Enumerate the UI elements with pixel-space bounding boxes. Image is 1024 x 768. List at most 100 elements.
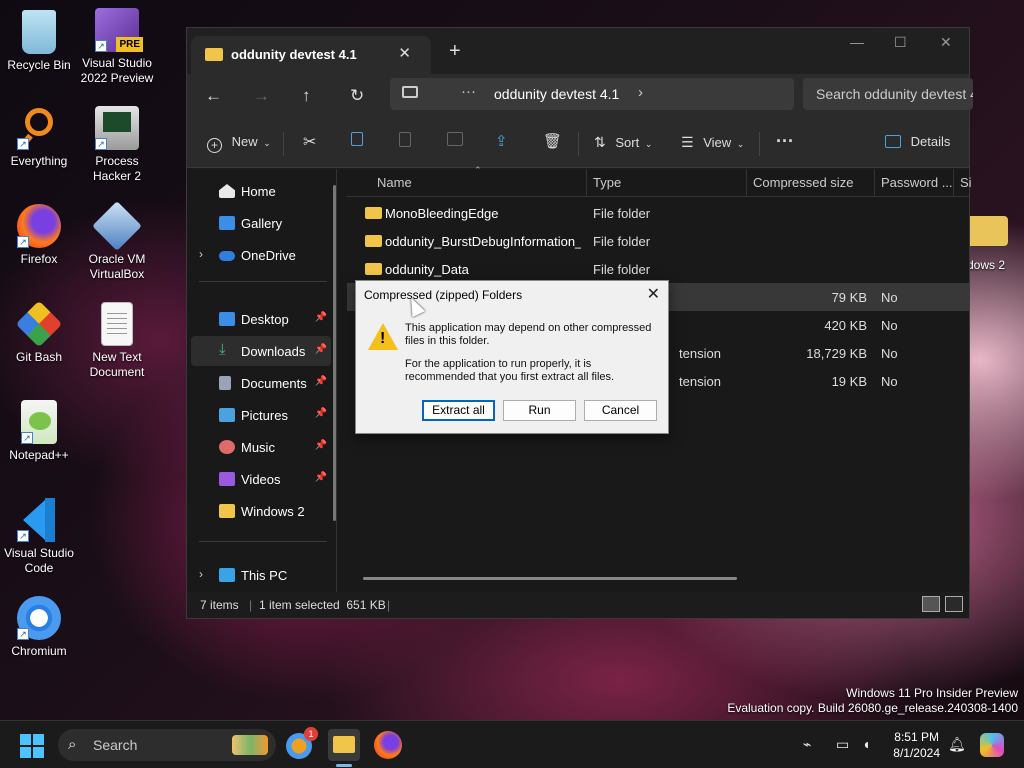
sidebar-item-desktop[interactable]: Desktop 📌 [191, 304, 331, 334]
sidebar-item-windows-2[interactable]: Windows 2 [191, 496, 331, 526]
videos-icon [219, 472, 235, 486]
large-icons-view-button[interactable] [945, 596, 963, 612]
minimize-button[interactable]: — [850, 34, 864, 50]
delete-icon[interactable]: 🗑 [543, 132, 562, 150]
table-row[interactable]: oddunity_Data File folder [347, 255, 969, 283]
tab-close-button[interactable]: ✕ [398, 44, 411, 62]
pin-icon[interactable]: 📌 [315, 376, 327, 387]
desktop-icon-notepad-plus-plus[interactable]: ↗ Notepad++ [1, 400, 77, 463]
copilot-icon[interactable] [980, 733, 1004, 757]
horizontal-scrollbar[interactable] [363, 577, 737, 580]
expand-chevron-icon[interactable]: › [199, 247, 203, 261]
taskbar-search[interactable]: ⌕ Search [58, 729, 276, 761]
desktop-icon-new-text-document[interactable]: New Text Document [79, 302, 155, 380]
maximize-button[interactable]: ☐ [894, 34, 907, 51]
cut-icon[interactable]: ✂ [303, 132, 316, 152]
expand-chevron-icon[interactable]: › [199, 567, 203, 581]
search-box[interactable]: Search oddunity devtest 4.1 [803, 78, 973, 110]
pin-icon[interactable]: 📌 [315, 472, 327, 483]
column-name[interactable]: Name [377, 175, 412, 190]
network-off-icon[interactable]: ⌁ [803, 736, 811, 753]
sidebar-item-videos[interactable]: Videos 📌 [191, 464, 331, 494]
sidebar-item-onedrive[interactable]: › OneDrive [191, 240, 331, 270]
up-button[interactable]: ↑ [302, 86, 311, 106]
share-icon[interactable]: ⇪ [495, 132, 508, 150]
sidebar-item-home[interactable]: Home [191, 176, 331, 206]
column-header-row: Name ⌃ Type Compressed size Password ...… [347, 165, 972, 197]
separator [199, 541, 327, 542]
extract-all-button[interactable]: Extract all [422, 400, 495, 421]
taskbar: ⌕ Search 1 ⌁ ▭ ◖ 8:51 PM 8/1/2024 🔔︎ [0, 720, 1024, 768]
forward-button[interactable]: → [253, 86, 270, 106]
table-row[interactable]: MonoBleedingEdge File folder [347, 199, 969, 227]
pin-icon[interactable]: 📌 [315, 312, 327, 323]
column-compressed-size[interactable]: Compressed size [753, 175, 853, 190]
details-pane-button[interactable]: Details [885, 134, 950, 149]
notification-bell-icon[interactable]: 🔔︎ [948, 736, 966, 753]
chevron-down-icon: ⌄ [644, 139, 653, 149]
sidebar-item-music[interactable]: Music 📌 [191, 432, 331, 462]
breadcrumb-current[interactable]: oddunity devtest 4.1 [494, 86, 619, 102]
view-button[interactable]: ☰ View ⌄ [681, 134, 744, 151]
breadcrumb-overflow-button[interactable]: ··· [461, 83, 476, 100]
separator [199, 281, 327, 282]
home-icon [219, 184, 235, 198]
desktop-icon-chromium[interactable]: ↗ Chromium [1, 596, 77, 659]
copy-icon[interactable] [351, 132, 363, 149]
desktop-icon-everything[interactable]: ↗ Everything [1, 106, 77, 169]
gallery-icon [219, 216, 235, 230]
close-window-button[interactable]: ✕ [940, 34, 952, 51]
sidebar-item-documents[interactable]: Documents 📌 [191, 368, 331, 398]
paste-icon[interactable] [399, 132, 411, 150]
table-row[interactable]: oddunity_BurstDebugInformation_... File … [347, 227, 969, 255]
cancel-button[interactable]: Cancel [584, 400, 657, 421]
pin-icon[interactable]: 📌 [315, 440, 327, 451]
details-view-button[interactable] [921, 596, 940, 612]
pin-icon[interactable]: 📌 [315, 408, 327, 419]
desktop-icon-git-bash[interactable]: Git Bash [1, 300, 77, 365]
sidebar-item-gallery[interactable]: Gallery [191, 208, 331, 238]
display-icon[interactable]: ▭ [836, 736, 849, 753]
desktop-icon-virtualbox[interactable]: Oracle VM VirtualBox [79, 201, 155, 282]
column-size[interactable]: Si [960, 175, 972, 190]
firefox-taskbar-icon[interactable] [374, 731, 402, 759]
more-options-button[interactable]: ··· [776, 131, 794, 152]
view-icon: ☰ [681, 134, 694, 150]
rename-icon[interactable] [447, 132, 463, 149]
desktop-icon-vscode[interactable]: ↗ Visual Studio Code [1, 498, 77, 576]
new-button[interactable]: + New ⌄ [207, 134, 271, 153]
view-toggle [920, 596, 963, 615]
desktop-icon-recycle-bin[interactable]: Recycle Bin [1, 10, 77, 73]
file-explorer-taskbar-icon[interactable] [328, 729, 360, 767]
pre-badge: PRE [116, 37, 143, 52]
back-button[interactable]: ← [205, 86, 222, 106]
desktop-icon-process-hacker[interactable]: ↗ Process Hacker 2 [79, 106, 155, 184]
explorer-tab[interactable]: oddunity devtest 4.1 ✕ [191, 36, 431, 74]
column-type[interactable]: Type [593, 175, 621, 190]
sidebar-item-downloads[interactable]: ⤓ Downloads 📌 [191, 336, 331, 366]
dialog-close-button[interactable]: ✕ [647, 284, 660, 304]
new-tab-button[interactable]: + [449, 40, 461, 63]
volume-icon[interactable]: ◖ [862, 736, 870, 752]
sidebar-item-pictures[interactable]: Pictures 📌 [191, 400, 331, 430]
monitor-icon [402, 86, 418, 98]
address-bar[interactable]: ··· oddunity devtest 4.1 › [390, 78, 794, 110]
nav-scrollbar[interactable] [333, 185, 336, 521]
chevron-right-icon[interactable]: › [638, 84, 643, 101]
everything-icon: ↗ [17, 106, 61, 150]
column-password[interactable]: Password ... [881, 175, 953, 190]
shortcut-arrow-icon: ↗ [95, 40, 107, 52]
shortcut-arrow-icon: ↗ [17, 236, 29, 248]
pin-icon[interactable]: 📌 [315, 344, 327, 355]
search-icon: ⌕ [68, 736, 77, 753]
desktop-icon-firefox[interactable]: ↗ Firefox [1, 204, 77, 267]
clock[interactable]: 8:51 PM 8/1/2024 [893, 729, 940, 761]
run-button[interactable]: Run [503, 400, 576, 421]
widgets-icon[interactable]: 1 [286, 727, 318, 759]
start-button[interactable] [20, 734, 44, 758]
desktop-icon-visual-studio-preview[interactable]: PRE ↗ Visual Studio 2022 Preview [79, 8, 155, 86]
refresh-button[interactable]: ↻ [350, 86, 364, 106]
folder-icon [365, 263, 382, 275]
sort-button[interactable]: ⇅ Sort ⌄ [594, 134, 652, 151]
sidebar-item-this-pc[interactable]: › This PC [191, 560, 331, 590]
